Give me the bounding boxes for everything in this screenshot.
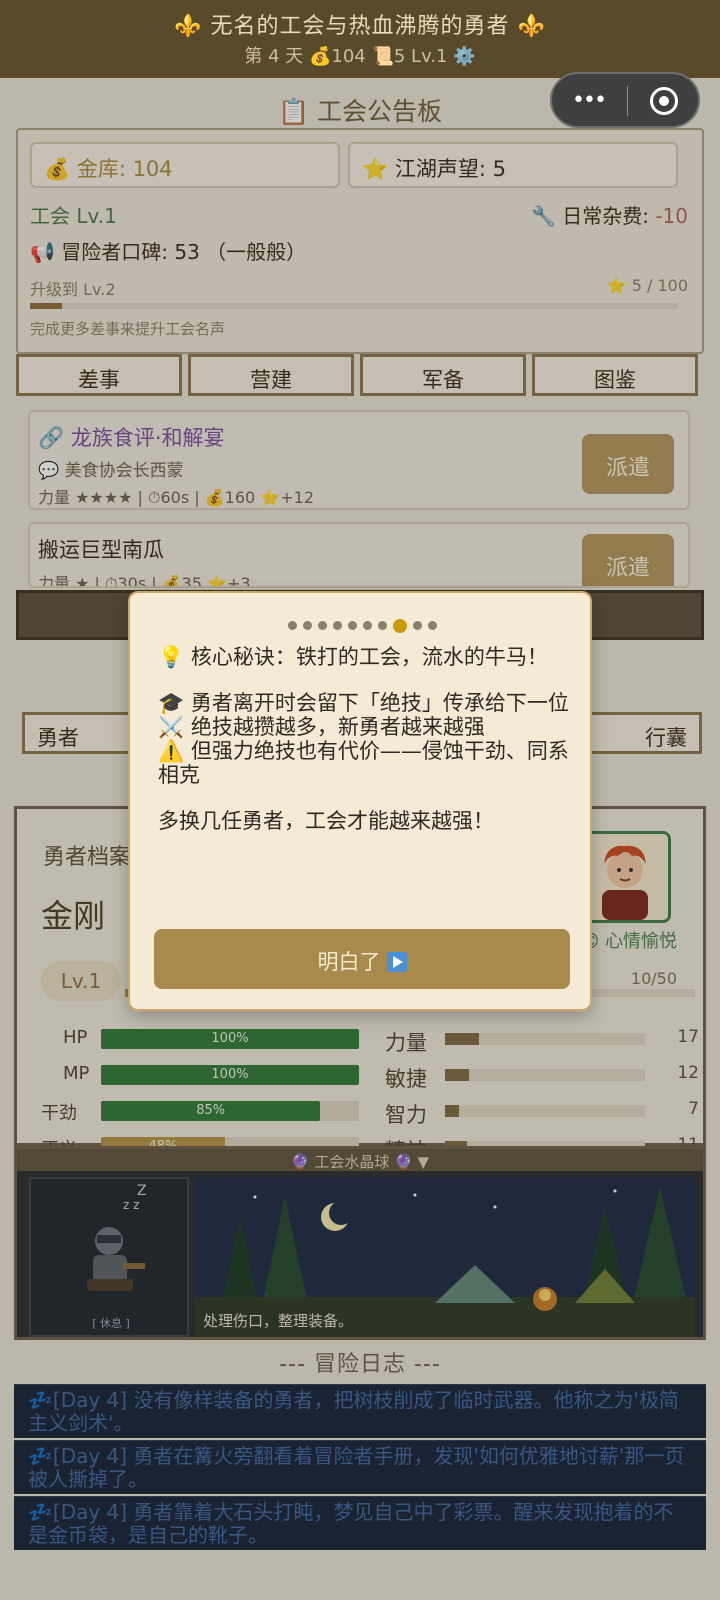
pager-dot[interactable] [377,621,387,630]
tutorial-modal: 💡 核心秘诀：铁打的工会，流水的牛马！ 🎓 勇者离开时会留下「绝技」传承给下一位… [128,591,592,1011]
pager-dot-active[interactable] [392,618,407,633]
pager-dot[interactable] [362,621,372,630]
pager-dot[interactable] [332,621,342,630]
pager-dot[interactable] [347,621,357,630]
tutorial-pager [130,615,594,634]
tutorial-paragraph: 多换几任勇者，工会才能越来越强！ [158,809,494,833]
pager-dot[interactable] [427,621,437,630]
got-it-button[interactable]: 明白了 [154,929,570,989]
tutorial-paragraph: ⚠️ 但强力绝技也有代价——侵蚀干劲、同系相克 [158,739,569,787]
more-menu-icon[interactable]: ••• [572,88,607,113]
close-target-icon[interactable] [650,87,678,115]
pager-dot[interactable] [287,621,297,630]
pager-dot[interactable] [412,621,422,630]
play-icon [386,952,407,972]
tutorial-text: 💡 核心秘诀：铁打的工会，流水的牛马！ 🎓 勇者离开时会留下「绝技」传承给下一位… [158,645,572,855]
top-title-bar: ⚜️ 无名的工会与热血沸腾的勇者 ⚜️ 第 4 天 💰104 📜5 Lv.1 ⚙… [0,0,720,78]
pager-dot[interactable] [302,621,312,630]
tutorial-paragraph: 🎓 勇者离开时会留下「绝技」传承给下一位 [158,691,569,715]
game-title: ⚜️ 无名的工会与热血沸腾的勇者 ⚜️ [174,14,546,39]
pager-dot[interactable] [317,621,327,630]
tutorial-paragraph: ⚔️ 绝技越攒越多，新勇者越来越强 [158,715,485,739]
got-it-label: 明白了 [317,950,381,974]
miniprogram-capsule: ••• [550,72,700,128]
header-stats: 第 4 天 💰104 📜5 Lv.1 ⚙️ [244,46,476,67]
tutorial-paragraph: 💡 核心秘诀：铁打的工会，流水的牛马！ [158,645,548,669]
